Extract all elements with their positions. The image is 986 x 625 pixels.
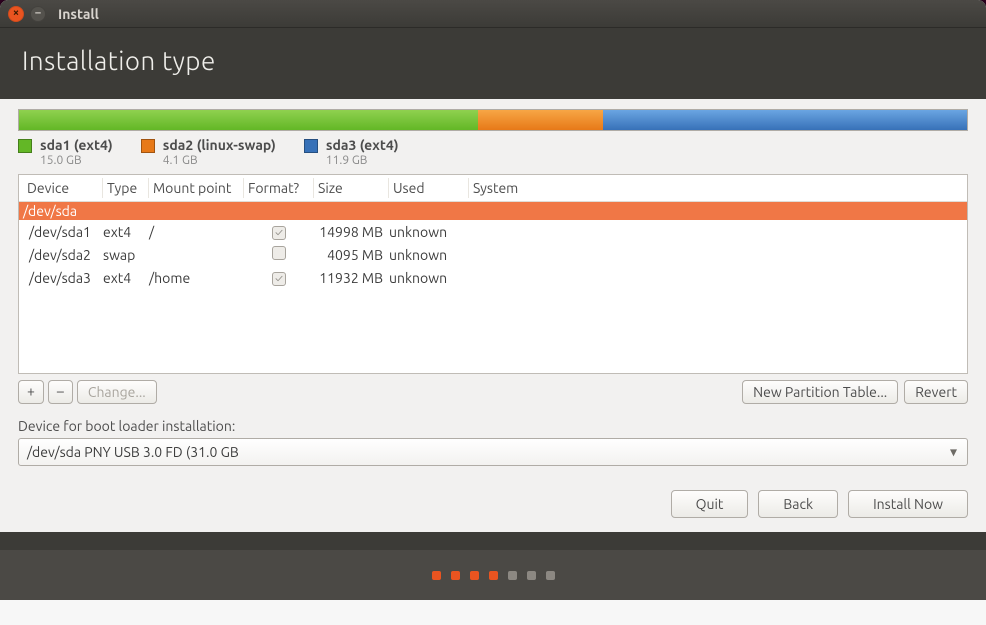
cell-device: /dev/sda3 <box>23 270 103 286</box>
pager-dot <box>527 571 536 580</box>
col-mount[interactable]: Mount point <box>149 178 244 198</box>
partition-table-header: Device Type Mount point Format? Size Use… <box>19 175 967 202</box>
cell-type: ext4 <box>103 224 149 240</box>
cell-device: /dev/sda2 <box>23 247 103 263</box>
pager-dot <box>432 571 441 580</box>
disk-usage-bar <box>18 109 968 131</box>
legend-size: 4.1 GB <box>163 154 276 168</box>
legend-item-sda2: sda2 (linux-swap) 4.1 GB <box>141 137 276 168</box>
quit-button[interactable]: Quit <box>671 490 749 518</box>
format-checkbox[interactable] <box>272 272 286 286</box>
window-title: Install <box>58 6 99 22</box>
cell-mount: / <box>149 224 244 240</box>
close-icon[interactable]: × <box>8 6 24 22</box>
pager-dot <box>470 571 479 580</box>
new-partition-table-button[interactable]: New Partition Table... <box>742 380 898 404</box>
legend-size: 11.9 GB <box>326 154 399 168</box>
table-row[interactable]: /dev/sda2 swap 4095 MB unknown <box>19 243 967 266</box>
wizard-nav: Quit Back Install Now <box>18 490 968 518</box>
col-used[interactable]: Used <box>389 178 469 198</box>
pager-dot <box>508 571 517 580</box>
cell-device: /dev/sda1 <box>23 224 103 240</box>
back-button[interactable]: Back <box>758 490 838 518</box>
legend-name: sda3 (ext4) <box>326 137 399 154</box>
col-system[interactable]: System <box>469 178 963 198</box>
table-row[interactable]: /dev/sda3 ext4 /home 11932 MB unknown <box>19 266 967 289</box>
table-row[interactable]: /dev/sda1 ext4 / 14998 MB unknown <box>19 220 967 243</box>
col-type[interactable]: Type <box>103 178 149 198</box>
legend-item-sda3: sda3 (ext4) 11.9 GB <box>304 137 399 168</box>
cell-used: unknown <box>389 270 469 286</box>
usage-segment-sda2 <box>478 110 603 130</box>
progress-pager <box>0 550 986 600</box>
installer-window: × – Install Installation type sda1 (ext4… <box>0 0 986 625</box>
legend-size: 15.0 GB <box>40 154 113 168</box>
legend-name: sda2 (linux-swap) <box>163 137 276 154</box>
titlebar: × – Install <box>0 0 986 28</box>
legend-swatch-icon <box>141 139 155 153</box>
usage-segment-sda3 <box>603 110 967 130</box>
partition-toolbar: + – Change... New Partition Table... Rev… <box>18 380 968 404</box>
partition-group-row[interactable]: /dev/sda <box>19 202 967 220</box>
page-header: Installation type <box>0 28 986 99</box>
cell-used: unknown <box>389 247 469 263</box>
cell-type: swap <box>103 247 149 263</box>
legend-swatch-icon <box>18 139 32 153</box>
legend-swatch-icon <box>304 139 318 153</box>
pager-dot <box>489 571 498 580</box>
cell-size: 4095 MB <box>314 247 389 263</box>
pager-dot <box>451 571 460 580</box>
footer-divider <box>0 532 986 550</box>
format-checkbox[interactable] <box>272 246 286 260</box>
usage-segment-sda1 <box>19 110 478 130</box>
partition-table[interactable]: Device Type Mount point Format? Size Use… <box>18 174 968 374</box>
col-device[interactable]: Device <box>23 178 103 198</box>
pager-dot <box>546 571 555 580</box>
revert-button[interactable]: Revert <box>904 380 968 404</box>
cell-mount: /home <box>149 270 244 286</box>
cell-size: 14998 MB <box>314 224 389 240</box>
install-now-button[interactable]: Install Now <box>848 490 968 518</box>
bootloader-label: Device for boot loader installation: <box>18 418 968 434</box>
content-area: sda1 (ext4) 15.0 GB sda2 (linux-swap) 4.… <box>0 99 986 532</box>
legend-name: sda1 (ext4) <box>40 137 113 154</box>
col-format[interactable]: Format? <box>244 178 314 198</box>
disk-usage-legend: sda1 (ext4) 15.0 GB sda2 (linux-swap) 4.… <box>18 137 968 168</box>
cell-type: ext4 <box>103 270 149 286</box>
group-device: /dev/sda <box>23 203 103 219</box>
minimize-icon[interactable]: – <box>30 6 46 22</box>
remove-partition-button[interactable]: – <box>48 380 73 404</box>
cell-used: unknown <box>389 224 469 240</box>
bootloader-device-select[interactable]: /dev/sda PNY USB 3.0 FD (31.0 GB <box>18 438 968 466</box>
add-partition-button[interactable]: + <box>18 380 44 404</box>
page-title: Installation type <box>22 46 964 75</box>
legend-item-sda1: sda1 (ext4) 15.0 GB <box>18 137 113 168</box>
cell-size: 11932 MB <box>314 270 389 286</box>
format-checkbox[interactable] <box>272 226 286 240</box>
bootloader-device-value: /dev/sda PNY USB 3.0 FD (31.0 GB <box>27 444 239 460</box>
change-partition-button[interactable]: Change... <box>77 380 157 404</box>
col-size[interactable]: Size <box>314 178 389 198</box>
